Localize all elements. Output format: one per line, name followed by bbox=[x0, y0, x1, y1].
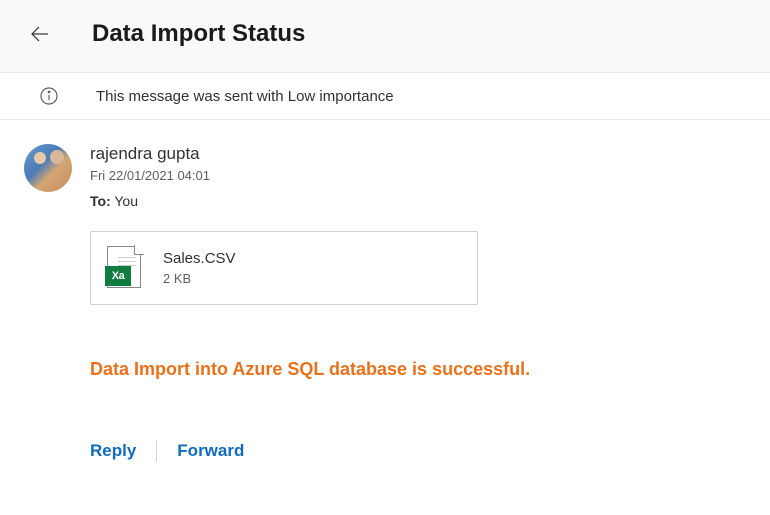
to-label: To: bbox=[90, 193, 111, 209]
forward-button[interactable]: Forward bbox=[157, 441, 264, 461]
file-badge-text: Xa bbox=[112, 270, 124, 282]
header-bar: Data Import Status bbox=[0, 0, 770, 73]
info-icon bbox=[40, 87, 58, 105]
back-button[interactable] bbox=[24, 18, 56, 50]
importance-text: This message was sent with Low importanc… bbox=[96, 88, 394, 105]
importance-infobar: This message was sent with Low importanc… bbox=[0, 73, 770, 120]
attachment-size: 2 KB bbox=[163, 271, 236, 286]
reply-button[interactable]: Reply bbox=[90, 441, 156, 461]
message-container: rajendra gupta Fri 22/01/2021 04:01 To: … bbox=[0, 120, 770, 462]
back-arrow-icon bbox=[28, 22, 52, 46]
excel-file-icon: Xa bbox=[107, 246, 143, 290]
attachment-card[interactable]: Xa Sales.CSV 2 KB bbox=[90, 231, 478, 305]
message-body-text: Data Import into Azure SQL database is s… bbox=[90, 359, 746, 380]
recipients-line: To: You bbox=[90, 193, 746, 209]
attachment-info: Sales.CSV 2 KB bbox=[163, 250, 236, 286]
attachment-name: Sales.CSV bbox=[163, 250, 236, 267]
message-body: rajendra gupta Fri 22/01/2021 04:01 To: … bbox=[90, 144, 746, 462]
page-title: Data Import Status bbox=[92, 20, 305, 48]
sender-avatar[interactable] bbox=[24, 144, 72, 192]
message-date: Fri 22/01/2021 04:01 bbox=[90, 168, 746, 183]
message-actions: Reply Forward bbox=[90, 440, 746, 462]
sender-name: rajendra gupta bbox=[90, 144, 746, 164]
to-value: You bbox=[114, 193, 138, 209]
